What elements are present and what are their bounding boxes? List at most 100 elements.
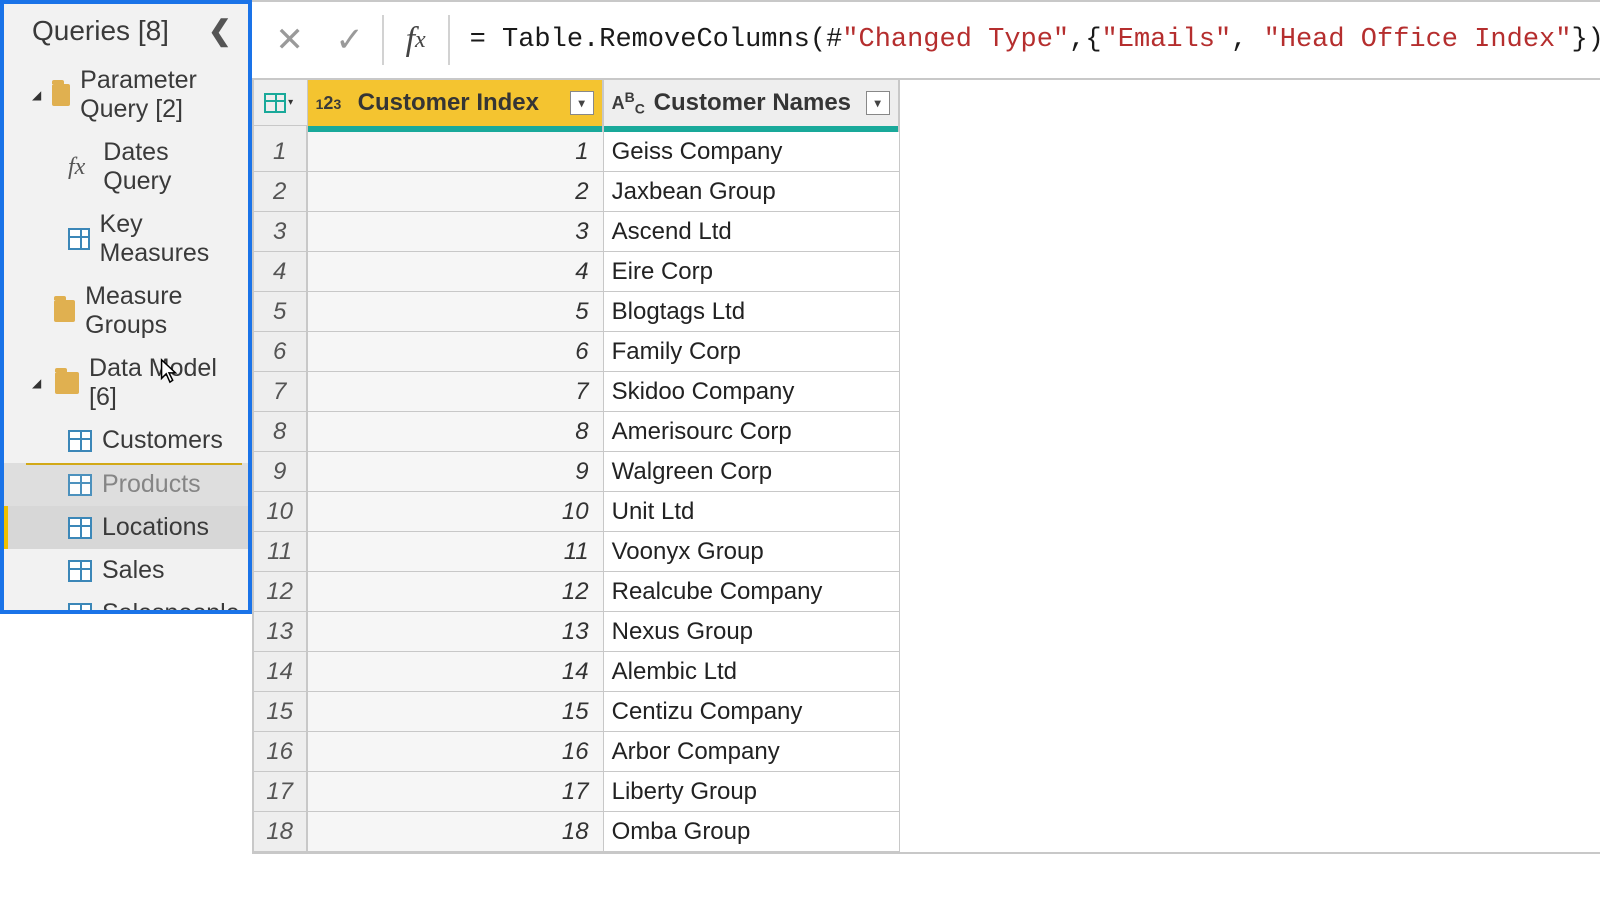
row-number[interactable]: 10 xyxy=(254,492,308,532)
tree-item[interactable]: Products xyxy=(4,463,248,506)
cell-customer-index[interactable]: 14 xyxy=(308,652,604,692)
collapse-pane-icon[interactable]: ❮ xyxy=(208,14,231,47)
formula-commit-button[interactable]: ✓ xyxy=(320,20,380,60)
chevron-down-icon: ◢ xyxy=(32,376,45,390)
cell-customer-index[interactable]: 7 xyxy=(308,372,604,412)
datatype-icon: ABC xyxy=(612,89,646,117)
cell-customer-name[interactable]: Voonyx Group xyxy=(604,532,900,572)
cell-customer-name[interactable]: Skidoo Company xyxy=(604,372,900,412)
column-filter-button[interactable]: ▾ xyxy=(570,91,594,115)
cell-customer-index[interactable]: 9 xyxy=(308,452,604,492)
column-header-label: Customer Names xyxy=(654,89,851,117)
cell-customer-index[interactable]: 15 xyxy=(308,692,604,732)
app-root: Queries [8] ❮ ◢Parameter Query [2]fxDate… xyxy=(0,0,1600,900)
cell-customer-index[interactable]: 4 xyxy=(308,252,604,292)
row-number[interactable]: 15 xyxy=(254,692,308,732)
cell-customer-index[interactable]: 18 xyxy=(308,812,604,852)
row-number[interactable]: 14 xyxy=(254,652,308,692)
column-filter-button[interactable]: ▾ xyxy=(866,91,890,115)
tree-item[interactable]: Sales xyxy=(4,549,248,592)
row-number[interactable]: 9 xyxy=(254,452,308,492)
tree-item-label: Salespeople xyxy=(102,599,240,610)
cell-customer-name[interactable]: Jaxbean Group xyxy=(604,172,900,212)
editor-main: ✕ ✓ fx = Table.RemoveColumns(#"Changed T… xyxy=(252,0,1600,900)
cell-customer-index[interactable]: 12 xyxy=(308,572,604,612)
cell-customer-index[interactable]: 17 xyxy=(308,772,604,812)
cell-customer-name[interactable]: Unit Ltd xyxy=(604,492,900,532)
cell-customer-name[interactable]: Walgreen Corp xyxy=(604,452,900,492)
cell-customer-name[interactable]: Arbor Company xyxy=(604,732,900,772)
tree-folder[interactable]: ◢ Data Model [6] xyxy=(4,347,248,419)
column-header[interactable]: 123 Customer Index ▾ xyxy=(308,80,604,126)
row-number[interactable]: 11 xyxy=(254,532,308,572)
table-icon xyxy=(68,228,90,250)
row-number[interactable]: 1 xyxy=(254,132,308,172)
tree-folder[interactable]: ◢ Parameter Query [2] xyxy=(4,59,248,131)
cell-customer-index[interactable]: 11 xyxy=(308,532,604,572)
row-number[interactable]: 5 xyxy=(254,292,308,332)
datatype-icon: 123 xyxy=(316,93,350,114)
table-icon xyxy=(68,474,92,496)
formula-cancel-button[interactable]: ✕ xyxy=(260,20,320,60)
separator xyxy=(448,15,450,65)
row-number[interactable]: 12 xyxy=(254,572,308,612)
tree-item[interactable]: Key Measures xyxy=(4,203,248,275)
row-number[interactable]: 13 xyxy=(254,612,308,652)
row-number[interactable]: 3 xyxy=(254,212,308,252)
tree-folder-label: Data Model [6] xyxy=(89,354,240,412)
cell-customer-name[interactable]: Omba Group xyxy=(604,812,900,852)
tree-item[interactable]: fxDates Query xyxy=(4,131,248,203)
cell-customer-index[interactable]: 8 xyxy=(308,412,604,452)
column-header[interactable]: ABC Customer Names ▾ xyxy=(604,80,900,126)
table-icon xyxy=(264,93,286,113)
column-header-label: Customer Index xyxy=(358,89,539,117)
cell-customer-index[interactable]: 1 xyxy=(308,132,604,172)
data-preview-table: ▾123Customer Index▾ABCCustomer Names▾11G… xyxy=(252,78,1600,854)
folder-icon xyxy=(55,372,79,394)
cell-customer-name[interactable]: Family Corp xyxy=(604,332,900,372)
cell-customer-name[interactable]: Blogtags Ltd xyxy=(604,292,900,332)
formula-input[interactable]: = Table.RemoveColumns(#"Changed Type",{"… xyxy=(452,19,1600,61)
separator xyxy=(382,15,384,65)
cell-customer-name[interactable]: Nexus Group xyxy=(604,612,900,652)
cell-customer-name[interactable]: Geiss Company xyxy=(604,132,900,172)
folder-icon xyxy=(52,84,70,106)
tree-item-label: Customers xyxy=(102,426,223,455)
cell-customer-name[interactable]: Alembic Ltd xyxy=(604,652,900,692)
tree-folder-label: Measure Groups xyxy=(85,282,239,340)
row-number[interactable]: 7 xyxy=(254,372,308,412)
formula-bar: ✕ ✓ fx = Table.RemoveColumns(#"Changed T… xyxy=(252,2,1600,78)
cell-customer-name[interactable]: Liberty Group xyxy=(604,772,900,812)
row-number[interactable]: 4 xyxy=(254,252,308,292)
tree-item[interactable]: Locations xyxy=(4,506,248,549)
cell-customer-name[interactable]: Amerisourc Corp xyxy=(604,412,900,452)
row-number[interactable]: 17 xyxy=(254,772,308,812)
cell-customer-index[interactable]: 16 xyxy=(308,732,604,772)
cell-customer-index[interactable]: 10 xyxy=(308,492,604,532)
row-number[interactable]: 6 xyxy=(254,332,308,372)
row-number[interactable]: 16 xyxy=(254,732,308,772)
tree-folder-label: Parameter Query [2] xyxy=(80,66,239,124)
queries-tree: ◢ Parameter Query [2] fxDates QueryKey Mea… xyxy=(4,59,248,610)
cell-customer-index[interactable]: 2 xyxy=(308,172,604,212)
fx-icon[interactable]: fx xyxy=(386,21,446,59)
tree-folder[interactable]: Measure Groups xyxy=(4,275,248,347)
tree-item-label: Dates Query xyxy=(103,138,239,196)
cell-customer-index[interactable]: 5 xyxy=(308,292,604,332)
cell-customer-name[interactable]: Centizu Company xyxy=(604,692,900,732)
tree-item[interactable]: Salespeople xyxy=(4,592,248,610)
queries-pane: Queries [8] ❮ ◢Parameter Query [2]fxDate… xyxy=(0,0,252,614)
tree-item[interactable]: Customers xyxy=(4,419,248,463)
cell-customer-name[interactable]: Ascend Ltd xyxy=(604,212,900,252)
cell-customer-name[interactable]: Realcube Company xyxy=(604,572,900,612)
row-number[interactable]: 18 xyxy=(254,812,308,852)
chevron-down-icon: ◢ xyxy=(32,88,42,102)
table-icon xyxy=(68,430,92,452)
row-number[interactable]: 2 xyxy=(254,172,308,212)
cell-customer-name[interactable]: Eire Corp xyxy=(604,252,900,292)
row-number[interactable]: 8 xyxy=(254,412,308,452)
cell-customer-index[interactable]: 13 xyxy=(308,612,604,652)
table-corner-menu[interactable]: ▾ xyxy=(254,80,308,126)
cell-customer-index[interactable]: 6 xyxy=(308,332,604,372)
cell-customer-index[interactable]: 3 xyxy=(308,212,604,252)
